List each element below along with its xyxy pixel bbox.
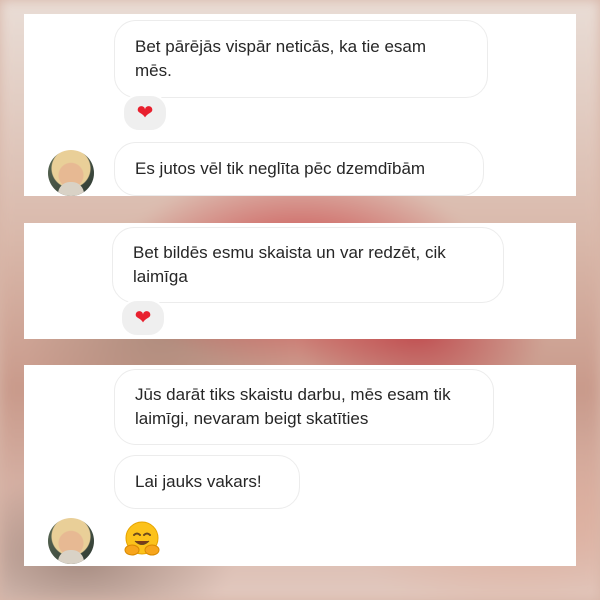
heart-icon: ❤ <box>136 102 154 124</box>
message-text: Bet bildēs esmu skaista un var redzēt, c… <box>133 243 446 286</box>
avatar[interactable] <box>48 518 94 564</box>
message-text: Es jutos vēl tik neglīta pēc dzemdībām <box>135 159 426 178</box>
avatar[interactable] <box>48 150 94 196</box>
message-text: Jūs darāt tiks skaistu darbu, mēs esam t… <box>135 385 451 428</box>
message-bubble[interactable]: Lai jauks vakars! <box>114 455 300 509</box>
message-text: Bet pārējās vispār neticās, ka tie esam … <box>135 37 427 80</box>
chat-panel-2: Bet bildēs esmu skaista un var redzēt, c… <box>24 223 576 339</box>
message-bubble[interactable]: Bet bildēs esmu skaista un var redzēt, c… <box>112 227 504 303</box>
chat-panel-1: Bet pārējās vispār neticās, ka tie esam … <box>24 14 576 196</box>
heart-reaction[interactable]: ❤ <box>120 299 166 337</box>
heart-icon: ❤ <box>134 307 152 329</box>
chat-panel-3: Jūs darāt tiks skaistu darbu, mēs esam t… <box>24 365 576 566</box>
heart-reaction[interactable]: ❤ <box>122 94 168 132</box>
message-text: Lai jauks vakars! <box>135 472 262 491</box>
message-bubble[interactable]: Jūs darāt tiks skaistu darbu, mēs esam t… <box>114 369 494 445</box>
message-bubble[interactable]: Es jutos vēl tik neglīta pēc dzemdībām <box>114 142 484 196</box>
message-bubble[interactable]: Bet pārējās vispār neticās, ka tie esam … <box>114 20 488 98</box>
hugging-face-emoji-icon[interactable] <box>122 519 162 559</box>
